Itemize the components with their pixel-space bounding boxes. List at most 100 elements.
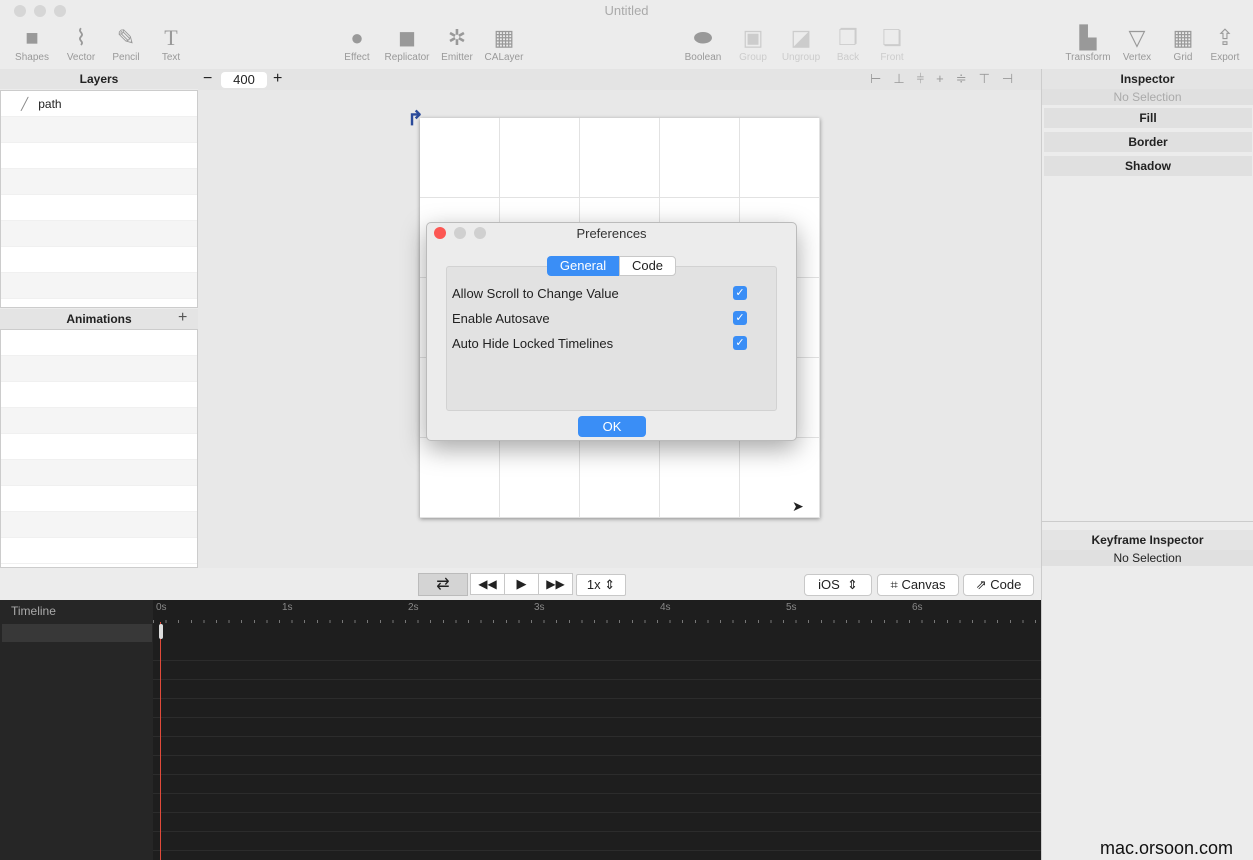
shadow-section[interactable]: Shadow xyxy=(1044,156,1252,176)
timeline-ruler xyxy=(153,620,1041,623)
vertex-tool[interactable]: ▽ Vertex xyxy=(1111,24,1163,63)
share-icon: ⇗ xyxy=(975,577,987,592)
shapes-icon: ■ xyxy=(25,25,39,50)
label: Transform xyxy=(1065,52,1111,63)
label: Grid xyxy=(1173,52,1193,63)
calayer-icon: ▦ xyxy=(493,25,515,50)
ok-button[interactable]: OK xyxy=(578,416,646,437)
group-tool[interactable]: ▣ Group xyxy=(727,24,779,63)
label: Effect xyxy=(344,52,370,63)
inspector-title: Inspector xyxy=(1042,69,1253,89)
effect-icon: ● xyxy=(350,25,364,50)
playhead[interactable] xyxy=(160,622,161,860)
platform-select[interactable]: iOS ⇕ xyxy=(804,574,872,596)
front-tool[interactable]: ❏ Front xyxy=(866,24,918,63)
timeline-tracks xyxy=(153,642,1041,860)
tick-label: 6s xyxy=(912,602,923,613)
calayer-tool[interactable]: ▦ CALayer xyxy=(478,24,530,63)
border-section[interactable]: Border xyxy=(1044,132,1252,152)
play-icon: ▶ xyxy=(516,576,527,591)
text-tool[interactable]: T Text xyxy=(145,24,197,63)
shapes-tool[interactable]: ■ Shapes xyxy=(6,24,58,63)
replicator-tool[interactable]: ◼ Replicator xyxy=(381,24,433,63)
code-button[interactable]: ⇗ Code xyxy=(963,574,1034,596)
splitter[interactable] xyxy=(1042,521,1253,522)
replicator-icon: ◼ xyxy=(397,25,417,50)
zoom-field[interactable]: 400 xyxy=(221,72,267,88)
tick-label: 3s xyxy=(534,602,545,613)
close-window-button[interactable] xyxy=(14,5,26,17)
animations-title: Animations xyxy=(66,312,132,326)
tab-general[interactable]: General xyxy=(547,256,619,276)
emitter-icon: ✲ xyxy=(447,25,467,50)
animations-header: Animations xyxy=(0,309,198,329)
label: Boolean xyxy=(684,52,722,63)
layer-label: path xyxy=(38,97,62,111)
canvas-label: Canvas xyxy=(901,577,946,592)
autosave-checkbox[interactable]: ✓ xyxy=(733,311,747,325)
canvas-button[interactable]: ⌗ Canvas xyxy=(877,574,959,596)
tab-code[interactable]: Code xyxy=(619,256,676,276)
tick-label: 2s xyxy=(408,602,419,613)
fast-forward-icon: ▶▶ xyxy=(546,577,565,591)
emitter-tool[interactable]: ✲ Emitter xyxy=(431,24,483,63)
playhead-handle[interactable] xyxy=(159,624,163,639)
animations-list xyxy=(0,329,198,568)
bring-front-icon: ❏ xyxy=(882,25,902,50)
layers-header: Layers xyxy=(0,69,198,89)
boolean-tool[interactable]: ⬬ Boolean xyxy=(677,24,729,63)
zoom-window-button[interactable] xyxy=(54,5,66,17)
tick-label: 4s xyxy=(660,602,671,613)
label: Front xyxy=(880,52,904,63)
rewind-icon: ◀◀ xyxy=(478,577,497,591)
timeline-label: Timeline xyxy=(11,604,56,618)
label: Vertex xyxy=(1122,52,1152,63)
label: Text xyxy=(161,52,181,63)
effect-tool[interactable]: ● Effect xyxy=(331,24,383,63)
auto-hide-checkbox[interactable]: ✓ xyxy=(733,336,747,350)
label: Ungroup xyxy=(781,52,821,63)
tick-label: 5s xyxy=(786,602,797,613)
speed-value: 1x xyxy=(586,577,601,592)
vertex-icon: ▽ xyxy=(1128,25,1146,50)
export-tool[interactable]: ⇪ Export xyxy=(1199,24,1251,63)
zoom-in-button[interactable]: + xyxy=(273,70,282,88)
crop-icon: ⌗ xyxy=(890,577,898,592)
window-title: Untitled xyxy=(604,3,649,18)
transform-icon: ▙ xyxy=(1079,25,1097,50)
text-icon: T xyxy=(164,25,178,50)
mouse-cursor: ➤ xyxy=(792,498,804,514)
platform-value: iOS xyxy=(818,577,840,592)
transform-tool[interactable]: ▙ Transform xyxy=(1062,24,1114,63)
speed-select[interactable]: 1x ⇕ xyxy=(576,574,626,596)
ungroup-icon: ◪ xyxy=(790,25,812,50)
tick-label: 1s xyxy=(282,602,293,613)
label: Vector xyxy=(66,52,96,63)
fill-section[interactable]: Fill xyxy=(1044,108,1252,128)
layers-list: ╱ path xyxy=(0,90,198,308)
dialog-title: Preferences xyxy=(576,226,647,241)
rewind-button[interactable]: ◀◀ xyxy=(470,573,505,595)
scroll-value-checkbox[interactable]: ✓ xyxy=(733,286,747,300)
label: CALayer xyxy=(484,52,524,63)
minimize-window-button[interactable] xyxy=(34,5,46,17)
ungroup-tool[interactable]: ◪ Ungroup xyxy=(775,24,827,63)
align-toolbar[interactable]: ⊢⊥⫩+≑⊤⊣ xyxy=(870,71,1025,87)
inspector-panel xyxy=(1041,69,1253,860)
label: Group xyxy=(739,52,767,63)
path-icon: ╱ xyxy=(21,97,29,111)
add-animation-button[interactable]: + xyxy=(178,309,187,327)
label: Pencil xyxy=(112,52,140,63)
keyframe-status: No Selection xyxy=(1042,550,1253,566)
zoom-out-button[interactable]: − xyxy=(203,70,212,88)
title-bar: Untitled xyxy=(0,0,1253,22)
fast-forward-button[interactable]: ▶▶ xyxy=(538,573,573,595)
play-button[interactable]: ▶ xyxy=(504,573,539,595)
option-label: Auto Hide Locked Timelines xyxy=(452,336,614,351)
layer-item-path[interactable]: ╱ path xyxy=(1,91,197,117)
timeline-track-row[interactable] xyxy=(2,624,152,642)
option-label: Enable Autosave xyxy=(452,311,550,326)
loop-toggle[interactable]: ⇄ xyxy=(418,573,468,596)
label: Replicator xyxy=(384,52,430,63)
group-icon: ▣ xyxy=(742,25,764,50)
